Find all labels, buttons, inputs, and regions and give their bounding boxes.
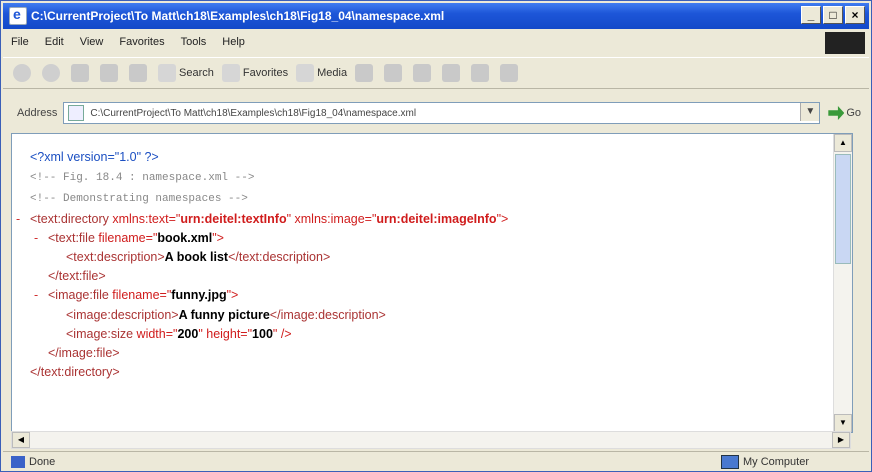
go-button[interactable]: Go [828,106,861,120]
browser-window: C:\CurrentProject\To Matt\ch18\Examples\… [0,0,872,472]
history-button[interactable] [355,64,376,82]
address-bar: Address C:\CurrentProject\To Matt\ch18\E… [3,99,869,127]
search-button[interactable]: Search [158,64,214,82]
mail-button[interactable] [384,64,405,82]
security-zone: My Computer [742,456,809,468]
discuss-icon [471,64,490,82]
menu-file[interactable]: File [3,36,37,48]
standard-toolbar: Search Favorites Media [3,57,869,89]
media-icon [296,64,315,82]
scroll-down-icon[interactable]: ▼ [834,414,852,432]
favorites-icon [221,64,240,82]
print-icon [413,64,432,82]
minimize-button[interactable]: _ [801,6,821,24]
collapse-toggle-textfile[interactable]: - [34,229,48,248]
horizontal-scrollbar[interactable]: ◀ ▶ [11,431,851,449]
page-done-icon [11,456,25,468]
edit-button[interactable] [442,64,463,82]
menu-bar: File Edit View Favorites Tools Help [3,31,869,53]
window-title: C:\CurrentProject\To Matt\ch18\Examples\… [31,9,445,23]
address-value: C:\CurrentProject\To Matt\ch18\Examples\… [90,107,417,119]
media-button[interactable]: Media [296,64,347,82]
xml-textdesc-line: <text:description>A book list</text:desc… [66,250,331,265]
xml-textfile-end: </text:file> [48,269,106,284]
mail-icon [384,64,403,82]
xml-imagefile-end: </image:file> [48,346,120,361]
xml-imagedesc-line: <image:description>A funny picture</imag… [66,307,386,322]
xml-imagesize-line: <image:size width="200" height="100" /> [66,326,292,341]
refresh-button[interactable] [100,64,121,82]
page-icon [68,105,85,121]
stop-button[interactable] [71,64,92,82]
refresh-icon [100,64,118,82]
forward-arrow-icon [42,64,60,82]
forward-button[interactable] [42,64,63,82]
go-arrow-icon [828,106,845,120]
menu-edit[interactable]: Edit [37,36,72,48]
windows-logo [825,32,865,54]
title-bar[interactable]: C:\CurrentProject\To Matt\ch18\Examples\… [3,3,869,29]
xml-declaration: <?xml version="1.0" ?> [30,150,159,164]
scroll-up-icon[interactable]: ▲ [834,134,852,152]
back-arrow-icon [13,64,31,82]
back-button[interactable] [13,64,34,82]
ie-icon [9,6,27,25]
address-input[interactable]: C:\CurrentProject\To Matt\ch18\Examples\… [63,102,821,124]
xml-comment-2: <!-- Demonstrating namespaces --> [30,193,248,206]
collapse-toggle-root[interactable]: - [16,210,30,229]
messenger-button[interactable] [500,64,521,82]
home-button[interactable] [129,64,150,82]
computer-icon [720,455,739,469]
search-icon [158,64,176,82]
document-view: <?xml version="1.0" ?> <!-- Fig. 18.4 : … [11,133,853,433]
maximize-button[interactable]: □ [823,6,843,24]
edit-icon [442,64,461,82]
address-label: Address [17,107,58,119]
menu-tools[interactable]: Tools [173,36,215,48]
vertical-scrollbar[interactable]: ▲ ▼ [833,134,852,432]
xml-imagefile-line: - <image:file filename="funny.jpg"> [30,286,508,305]
favorites-button[interactable]: Favorites [221,64,288,82]
stop-icon [71,64,89,82]
scroll-right-icon[interactable]: ▶ [832,432,850,448]
home-icon [129,64,147,82]
status-bar: Done My Computer [3,451,869,472]
menu-view[interactable]: View [72,36,112,48]
scroll-left-icon[interactable]: ◀ [12,432,30,448]
print-button[interactable] [413,64,434,82]
history-icon [355,64,374,82]
status-text: Done [29,456,56,468]
discuss-button[interactable] [471,64,492,82]
xml-textfile-line: - <text:file filename="book.xml"> [30,229,508,248]
xml-comment-1: <!-- Fig. 18.4 : namespace.xml --> [30,172,255,185]
xml-tree: <?xml version="1.0" ?> <!-- Fig. 18.4 : … [16,148,508,382]
scroll-thumb[interactable] [835,154,851,264]
address-dropdown-icon[interactable]: ▼ [800,103,820,121]
messenger-icon [500,64,519,82]
xml-root-line: - <text:directory xmlns:text="urn:deitel:… [16,210,508,229]
menu-favorites[interactable]: Favorites [111,36,172,48]
close-button[interactable]: × [845,6,865,24]
xml-root-end: </text:directory> [30,365,120,380]
menu-help[interactable]: Help [214,36,253,48]
collapse-toggle-imagefile[interactable]: - [34,286,48,305]
